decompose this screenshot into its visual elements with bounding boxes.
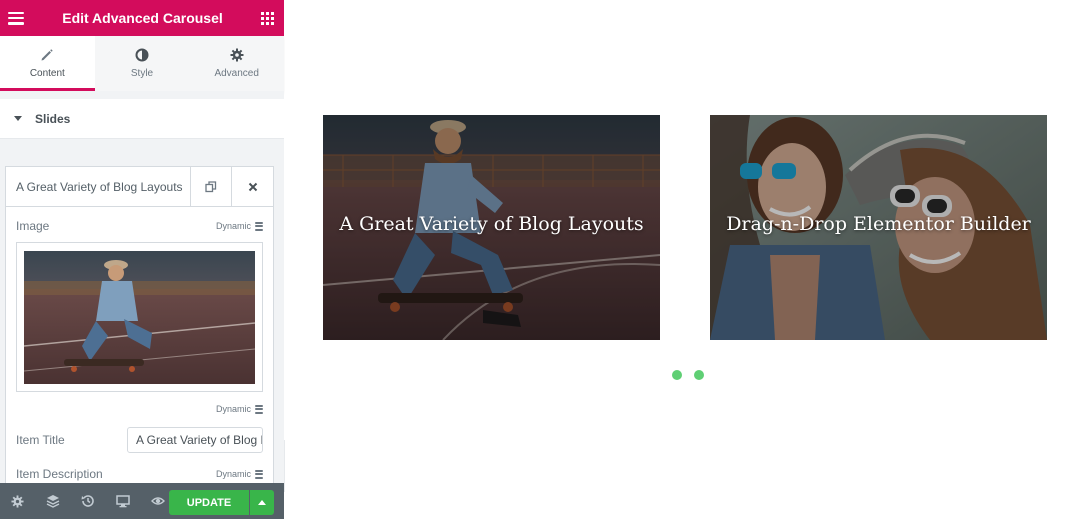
tab-advanced[interactable]: Advanced	[189, 36, 285, 91]
item-title-label: Item Title	[16, 433, 65, 447]
section-slides-label: Slides	[35, 111, 71, 126]
editor-app: Edit Advanced Carousel Content Style Adv…	[0, 0, 1077, 519]
database-icon	[255, 404, 263, 414]
item-description-row: Item Description Dynamic	[16, 467, 263, 481]
contrast-icon	[135, 48, 149, 62]
database-icon	[255, 469, 263, 479]
dynamic-label: Dynamic	[215, 404, 251, 414]
tab-advanced-label: Advanced	[214, 68, 259, 79]
section-slides-toggle[interactable]: Slides	[0, 99, 284, 139]
tab-content[interactable]: Content	[0, 36, 95, 91]
item-description-label: Item Description	[16, 467, 103, 481]
dynamic-label: Dynamic	[215, 221, 251, 231]
history-button[interactable]	[70, 483, 105, 519]
item-title-row: Item Title	[16, 433, 116, 447]
image-thumbnail	[24, 251, 255, 384]
eye-icon	[150, 497, 165, 505]
preview-canvas: A Great Variety of Blog Layouts Drag-n-D…	[285, 0, 1077, 519]
pencil-icon	[41, 49, 54, 61]
slide-caption: A Great Variety of Blog Layouts	[339, 213, 644, 235]
dynamic-label: Dynamic	[215, 469, 251, 479]
repeater-item-title[interactable]: A Great Variety of Blog Layouts	[6, 167, 191, 206]
slide-caption: Drag-n-Drop Elementor Builder	[726, 213, 1031, 235]
repeater-item-header: A Great Variety of Blog Layouts	[6, 167, 273, 207]
layers-icon	[46, 495, 59, 508]
widgets-grid-icon[interactable]	[261, 11, 274, 25]
menu-icon[interactable]	[8, 11, 24, 25]
caret-down-icon	[14, 116, 22, 121]
copy-icon	[205, 180, 217, 192]
repeater-item: A Great Variety of Blog Layouts Image Dy…	[5, 166, 274, 483]
dynamic-tags-button[interactable]: Dynamic	[216, 469, 263, 479]
editor-panel: Edit Advanced Carousel Content Style Adv…	[0, 0, 285, 519]
tab-style-label: Style	[130, 68, 154, 79]
gear-icon	[11, 494, 24, 508]
navigator-button[interactable]	[35, 483, 70, 519]
dynamic-tags-button[interactable]: Dynamic	[216, 221, 263, 231]
update-button[interactable]: UPDATE	[169, 490, 249, 515]
panel-header: Edit Advanced Carousel	[0, 0, 284, 36]
tab-style[interactable]: Style	[94, 36, 190, 91]
pagination-dot[interactable]	[694, 370, 704, 380]
tab-content-label: Content	[29, 68, 65, 79]
dynamic-tags-button[interactable]: Dynamic	[216, 404, 263, 414]
title-dynamic-row: Dynamic	[16, 404, 263, 414]
image-label: Image	[16, 219, 50, 233]
history-icon	[81, 495, 94, 507]
panel-title: Edit Advanced Carousel	[62, 10, 223, 26]
settings-button[interactable]	[0, 483, 35, 519]
remove-button[interactable]	[232, 167, 273, 206]
pagination-dot[interactable]	[672, 370, 682, 380]
database-icon	[255, 221, 263, 231]
panel-footer: UPDATE	[0, 483, 284, 519]
gear-icon	[230, 48, 244, 62]
responsive-mode-button[interactable]	[105, 483, 140, 519]
carousel-slide[interactable]: A Great Variety of Blog Layouts	[323, 115, 660, 340]
panel-body: Slides A Great Variety of Blog Layouts I…	[0, 91, 284, 483]
image-field-row: Image Dynamic	[16, 219, 263, 233]
save-options-button[interactable]	[250, 490, 274, 515]
carousel-slide[interactable]: Drag-n-Drop Elementor Builder	[710, 115, 1047, 340]
duplicate-button[interactable]	[191, 167, 232, 206]
panel-tabs: Content Style Advanced	[0, 36, 285, 91]
desktop-icon	[115, 495, 130, 508]
item-title-input[interactable]: A Great Variety of Blog Layouts	[127, 427, 263, 453]
caret-up-icon	[258, 500, 266, 505]
close-icon	[248, 182, 257, 191]
image-picker[interactable]	[16, 242, 263, 392]
carousel-pagination	[672, 370, 704, 380]
